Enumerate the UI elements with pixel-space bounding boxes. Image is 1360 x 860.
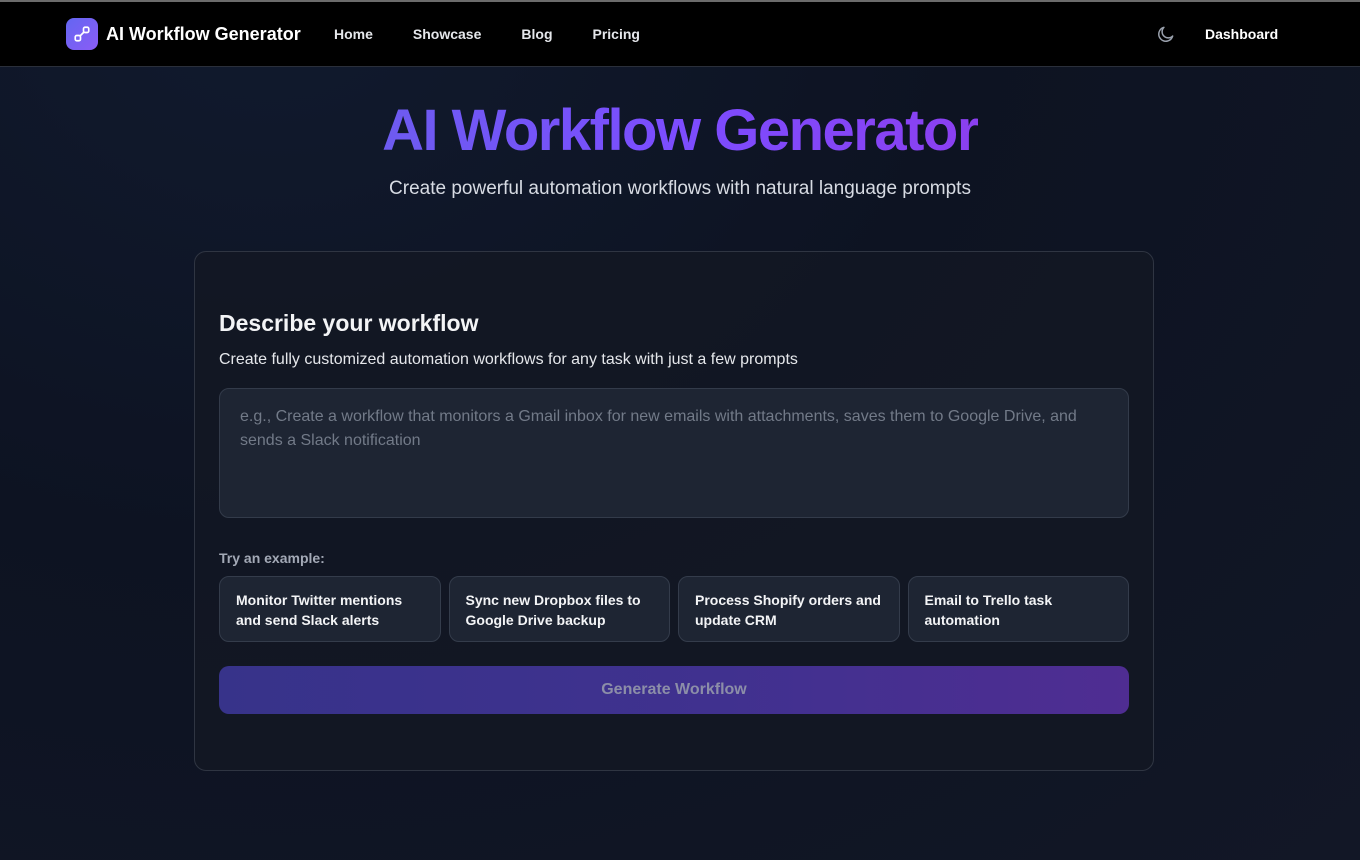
example-email-trello[interactable]: Email to Trello task automation bbox=[907, 576, 1129, 642]
hero-title: AI Workflow Generator bbox=[0, 96, 1360, 166]
workflow-card: Describe your workflow Create fully cust… bbox=[194, 251, 1154, 771]
dashboard-link[interactable]: Dashboard bbox=[1205, 24, 1278, 44]
example-twitter-slack[interactable]: Monitor Twitter mentions and send Slack … bbox=[219, 576, 441, 642]
hero-title-text: AI Workflow Generator bbox=[382, 98, 979, 163]
nav-link-home[interactable]: Home bbox=[334, 24, 373, 44]
brand-name: AI Workflow Generator bbox=[106, 23, 301, 44]
workflow-link-icon bbox=[66, 18, 98, 50]
main-nav: Home Showcase Blog Pricing bbox=[334, 24, 680, 44]
example-dropbox-drive[interactable]: Sync new Dropbox files to Google Drive b… bbox=[448, 576, 670, 642]
nav-link-blog[interactable]: Blog bbox=[521, 24, 552, 44]
card-description: Create fully customized automation workf… bbox=[219, 351, 798, 368]
nav-link-showcase[interactable]: Showcase bbox=[413, 24, 481, 44]
moon-icon[interactable] bbox=[1156, 24, 1176, 44]
example-shopify-crm[interactable]: Process Shopify orders and update CRM bbox=[678, 576, 900, 642]
nav-link-pricing[interactable]: Pricing bbox=[593, 24, 640, 44]
generate-workflow-button[interactable]: Generate Workflow bbox=[219, 666, 1129, 714]
workflow-prompt-input[interactable] bbox=[219, 388, 1129, 518]
brand[interactable]: AI Workflow Generator bbox=[66, 18, 301, 50]
hero-subtitle: Create powerful automation workflows wit… bbox=[389, 178, 971, 199]
examples-list: Monitor Twitter mentions and send Slack … bbox=[219, 576, 1129, 642]
examples-label: Try an example: bbox=[219, 550, 325, 566]
navbar: AI Workflow Generator Home Showcase Blog… bbox=[0, 2, 1360, 67]
card-title: Describe your workflow bbox=[219, 310, 479, 336]
